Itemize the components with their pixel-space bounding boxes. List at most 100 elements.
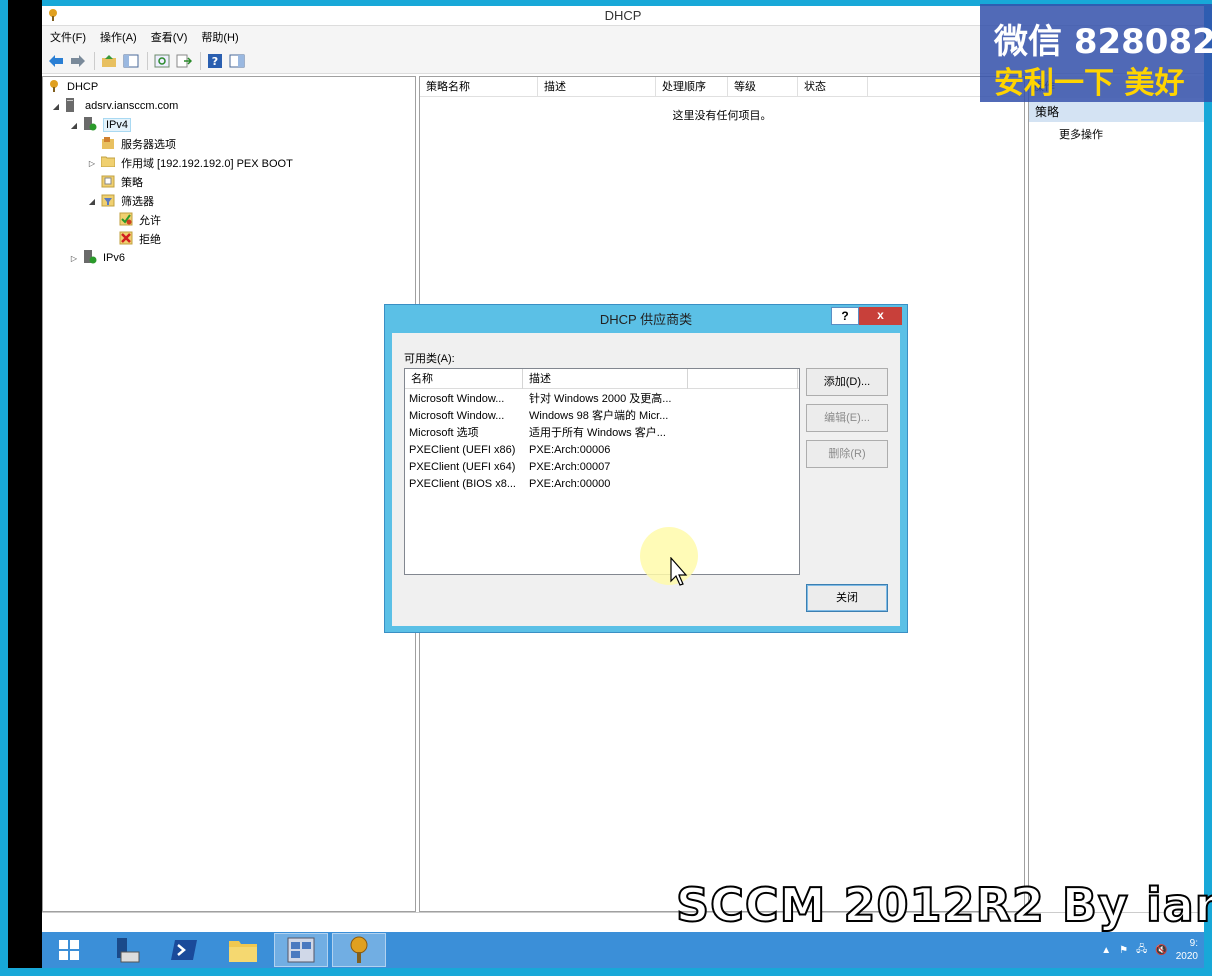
list-item[interactable]: Microsoft Window... 针对 Windows 2000 及更高..… bbox=[405, 391, 799, 408]
edit-button[interactable]: 编辑(E)... bbox=[806, 404, 888, 432]
classes-list-rows: Microsoft Window... 针对 Windows 2000 及更高..… bbox=[405, 391, 799, 493]
tree-item-ipv6[interactable]: ▷ IPv6 bbox=[69, 249, 125, 267]
taskbar-mmc[interactable] bbox=[274, 933, 328, 967]
list-item[interactable]: Microsoft Window... Windows 98 客户端的 Micr.… bbox=[405, 408, 799, 425]
dialog-help-button[interactable]: ? bbox=[831, 307, 859, 325]
deny-filter-icon bbox=[119, 231, 135, 247]
tree-item-label: 允许 bbox=[139, 215, 161, 227]
close-button[interactable]: 关闭 bbox=[806, 584, 888, 612]
class-description: 适用于所有 Windows 客户... bbox=[529, 427, 666, 439]
tree-item-filters[interactable]: ◢ 筛选器 bbox=[87, 192, 154, 210]
tree-item-allow[interactable]: 允许 bbox=[119, 211, 161, 229]
expand-arrow-icon[interactable]: ▷ bbox=[87, 159, 97, 168]
column-policy-name[interactable]: 策略名称 bbox=[420, 77, 538, 97]
class-name: PXEClient (UEFI x86) bbox=[409, 444, 516, 456]
tree-item-scope[interactable]: ▷ 作用域 [192.192.192.0] PEX BOOT bbox=[87, 154, 293, 172]
tree-item-dhcp[interactable]: DHCP bbox=[47, 78, 98, 96]
column-status[interactable]: 状态 bbox=[798, 77, 868, 97]
add-button[interactable]: 添加(D)... bbox=[806, 368, 888, 396]
menu-file[interactable]: 文件(F) bbox=[50, 29, 86, 45]
actions-section-policies[interactable]: 策略 bbox=[1029, 102, 1204, 122]
taskbar-dhcp[interactable] bbox=[332, 933, 386, 967]
tree-item-policies[interactable]: 策略 bbox=[101, 173, 143, 191]
mouse-pointer-icon bbox=[670, 556, 690, 590]
screen-frame-bottom bbox=[0, 968, 1212, 976]
screen-frame-black bbox=[8, 0, 42, 976]
ipv4-server-icon bbox=[83, 117, 99, 133]
expand-arrow-icon[interactable]: ▷ bbox=[69, 254, 79, 263]
dialog-title: DHCP 供应商类 bbox=[599, 312, 693, 327]
tree-item-server[interactable]: ◢ adsrv.iansccm.com bbox=[51, 97, 178, 115]
svg-text:?: ? bbox=[212, 55, 218, 68]
column-description[interactable]: 描述 bbox=[523, 369, 688, 389]
dialog-close-x-button[interactable]: x bbox=[859, 307, 902, 325]
show-hide-tree-icon[interactable] bbox=[121, 51, 141, 71]
list-header: 策略名称 描述 处理顺序 等级 状态 bbox=[420, 77, 1024, 97]
tree-item-label: adsrv.iansccm.com bbox=[85, 100, 179, 112]
policies-icon bbox=[101, 174, 117, 190]
wechat-watermark: 微信 828082 安利一下 美好 bbox=[980, 4, 1212, 102]
tree-item-label: 服务器选项 bbox=[121, 139, 176, 151]
show-hidden-icons-icon[interactable]: ▲ bbox=[1101, 945, 1111, 956]
list-item[interactable]: PXEClient (UEFI x64) PXE:Arch:00007 bbox=[405, 459, 799, 476]
class-description: Windows 98 客户端的 Micr... bbox=[529, 410, 669, 422]
available-classes-list[interactable]: 名称 描述 Microsoft Window... 针对 Windows 2000… bbox=[404, 368, 800, 575]
up-folder-icon[interactable] bbox=[99, 51, 119, 71]
tree-item-label: 作用域 [192.192.192.0] PEX BOOT bbox=[121, 158, 293, 170]
powershell-icon bbox=[171, 940, 197, 960]
menu-view[interactable]: 查看(V) bbox=[151, 29, 188, 45]
help-icon[interactable]: ? bbox=[205, 51, 225, 71]
class-name: PXEClient (UEFI x64) bbox=[409, 461, 516, 473]
column-name[interactable]: 名称 bbox=[405, 369, 523, 389]
collapse-arrow-icon[interactable]: ◢ bbox=[51, 102, 61, 111]
server-icon bbox=[65, 98, 81, 114]
column-description[interactable]: 描述 bbox=[538, 77, 656, 97]
network-icon[interactable]: 🖧 bbox=[1136, 942, 1147, 959]
console-tree: DHCP ◢ adsrv.iansccm.com ◢ IPv4 服务器选项 ▷ … bbox=[42, 76, 416, 912]
collapse-arrow-icon[interactable]: ◢ bbox=[87, 197, 97, 206]
dialog-body: 可用类(A): 名称 描述 Microsoft Window... 针对 Wind… bbox=[392, 333, 900, 626]
tree-item-label: IPv6 bbox=[103, 252, 126, 264]
taskbar-powershell[interactable] bbox=[158, 933, 212, 967]
class-description: 针对 Windows 2000 及更高... bbox=[529, 393, 672, 405]
tree-item-label: 筛选器 bbox=[121, 196, 154, 208]
tree-item-deny[interactable]: 拒绝 bbox=[119, 230, 161, 248]
taskbar-server-manager[interactable] bbox=[100, 933, 154, 967]
server-options-icon bbox=[101, 136, 117, 152]
class-description: PXE:Arch:00007 bbox=[529, 461, 611, 473]
folder-icon bbox=[100, 155, 117, 171]
dhcp-taskbar-icon bbox=[350, 936, 368, 963]
collapse-arrow-icon[interactable]: ◢ bbox=[69, 121, 79, 130]
refresh-icon[interactable] bbox=[152, 51, 172, 71]
export-list-icon[interactable] bbox=[174, 51, 194, 71]
properties-pane-icon[interactable] bbox=[227, 51, 247, 71]
start-button[interactable] bbox=[42, 933, 96, 967]
action-center-flag-icon[interactable]: ⚑ bbox=[1119, 945, 1128, 956]
mmc-console-icon bbox=[287, 937, 315, 963]
column-blank[interactable] bbox=[688, 369, 798, 389]
column-level[interactable]: 等级 bbox=[728, 77, 798, 97]
allow-filter-icon bbox=[119, 212, 135, 228]
more-actions-link[interactable]: 更多操作 bbox=[1059, 126, 1103, 142]
vendor-classes-dialog: DHCP 供应商类 ? x 可用类(A): 名称 描述 Microsoft Wi… bbox=[384, 304, 908, 633]
tree-item-server-options[interactable]: 服务器选项 bbox=[101, 135, 176, 153]
list-item[interactable]: PXEClient (UEFI x86) PXE:Arch:00006 bbox=[405, 442, 799, 459]
volume-muted-icon[interactable]: 🔇 bbox=[1155, 945, 1167, 956]
class-name: Microsoft 选项 bbox=[409, 427, 479, 439]
menu-help[interactable]: 帮助(H) bbox=[201, 29, 238, 45]
caption-watermark: SCCM 2012R2 By iane bbox=[675, 877, 1212, 933]
list-item[interactable]: PXEClient (BIOS x8... PXE:Arch:00000 bbox=[405, 476, 799, 493]
list-item[interactable]: Microsoft 选项 适用于所有 Windows 客户... bbox=[405, 425, 799, 442]
tree-item-ipv4[interactable]: ◢ IPv4 bbox=[69, 116, 132, 134]
tree-item-label: 策略 bbox=[121, 177, 143, 189]
back-arrow-icon[interactable] bbox=[46, 51, 66, 71]
forward-arrow-icon[interactable] bbox=[68, 51, 88, 71]
taskbar-file-explorer[interactable] bbox=[216, 933, 270, 967]
delete-button[interactable]: 删除(R) bbox=[806, 440, 888, 468]
toolbar-separator bbox=[147, 51, 148, 70]
ipv6-server-icon bbox=[83, 250, 99, 266]
menu-action[interactable]: 操作(A) bbox=[100, 29, 137, 45]
empty-list-message: 这里没有任何项目。 bbox=[672, 110, 772, 122]
clock[interactable]: 9: 2020 bbox=[1176, 937, 1198, 963]
column-processing-order[interactable]: 处理顺序 bbox=[656, 77, 728, 97]
